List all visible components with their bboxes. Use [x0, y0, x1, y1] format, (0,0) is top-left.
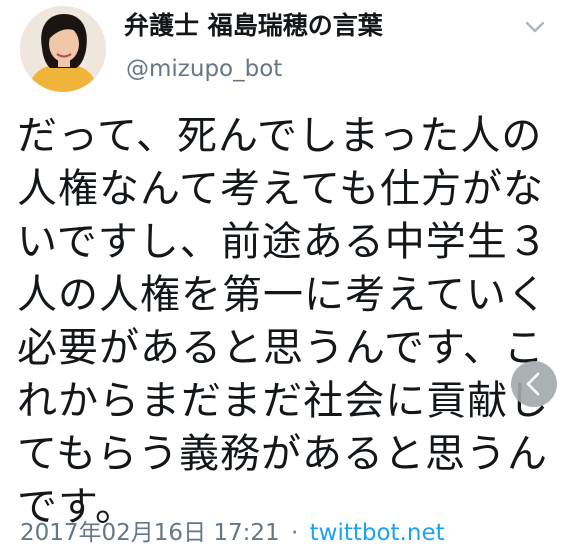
profile-photo	[20, 6, 106, 92]
chevron-left-icon	[526, 372, 540, 396]
tweet-text-line: 人の人権を第一に考えていく	[17, 272, 548, 318]
tweet-text-line: れからまだまだ社会に貢献し	[17, 378, 550, 424]
display-name[interactable]: 弁護士 福島瑞穂の言葉	[124, 10, 383, 42]
meta-separator: ·	[290, 520, 299, 546]
tweet-meta: 2017年02月16日 17:21 · twittbot.net	[20, 518, 445, 548]
tweet-text-line: だって、死んでしまった人の	[17, 113, 543, 159]
tweet-card: 弁護士 福島瑞穂の言葉 @mizupo_bot だって、死んでしまった人の 人権…	[0, 0, 569, 560]
tweet-text-line: 人権なんて考えても仕方がな	[17, 166, 544, 212]
tweet-text-line: てもらう義務があると思うん	[17, 431, 548, 477]
timestamp[interactable]: 2017年02月16日 17:21	[20, 520, 280, 546]
user-handle[interactable]: @mizupo_bot	[126, 54, 282, 84]
back-button[interactable]	[511, 361, 557, 407]
tweet-text-line: 必要があると思うんです、こ	[17, 325, 545, 371]
tweet-text-line: いですし、前途ある中学生３	[17, 219, 549, 265]
avatar[interactable]	[20, 6, 106, 92]
source-link[interactable]: twittbot.net	[310, 520, 445, 546]
tweet-text: だって、死んでしまった人の 人権なんて考えても仕方がな いですし、前途ある中学生…	[17, 110, 569, 534]
chevron-down-icon[interactable]	[523, 18, 547, 36]
